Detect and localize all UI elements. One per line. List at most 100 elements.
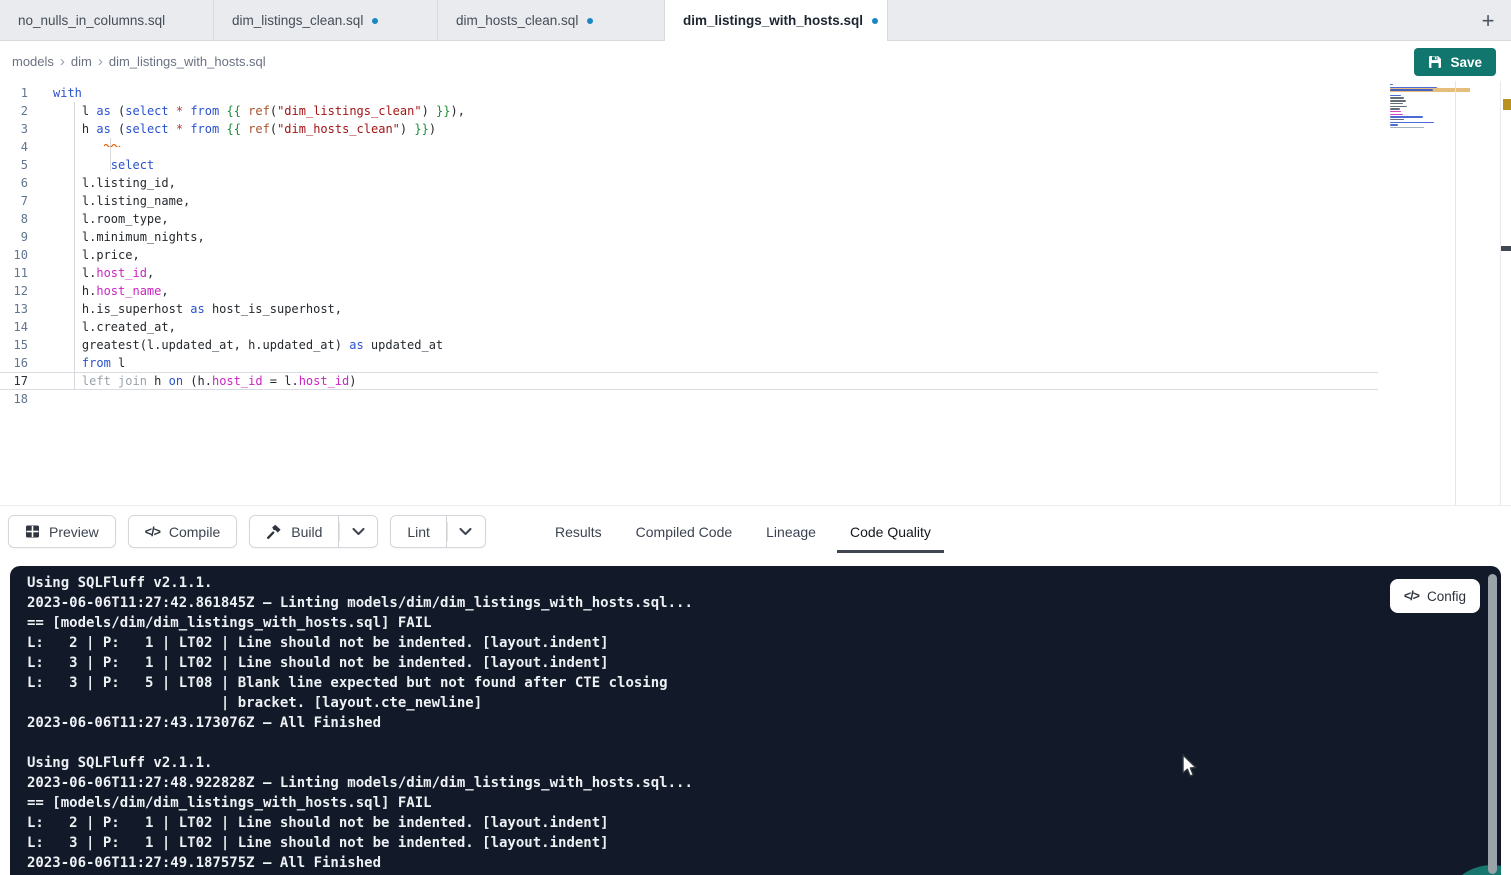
- breadcrumb-item-dim[interactable]: dim: [71, 54, 92, 69]
- action-bar: Preview </> Compile Build Lint: [0, 505, 1511, 557]
- minimap-line: [1390, 103, 1403, 104]
- chevron-down-icon: [352, 528, 365, 536]
- code-line[interactable]: 12 h.host_name,: [0, 282, 1378, 300]
- result-tabs: Results Compiled Code Lineage Code Quali…: [542, 506, 952, 558]
- minimap-line: [1390, 111, 1401, 112]
- line-number: 10: [0, 246, 28, 264]
- terminal-line: Using SQLFluff v2.1.1.: [27, 573, 693, 593]
- terminal-line: | bracket. [layout.cte_newline]: [27, 693, 693, 713]
- new-tab-button[interactable]: +: [1473, 6, 1503, 36]
- lint-dropdown-button[interactable]: [447, 515, 486, 548]
- line-number: 6: [0, 174, 28, 192]
- tab-code-quality[interactable]: Code Quality: [837, 506, 944, 558]
- minimap-line: [1390, 119, 1404, 120]
- tab-compiled-code[interactable]: Compiled Code: [623, 506, 746, 558]
- line-number: 3: [0, 120, 28, 138]
- compile-button[interactable]: </> Compile: [128, 515, 237, 548]
- preview-button[interactable]: Preview: [8, 515, 116, 548]
- save-button[interactable]: Save: [1414, 48, 1496, 76]
- minimap-line: [1390, 127, 1424, 128]
- code-line[interactable]: 1with: [0, 84, 1378, 102]
- code-line[interactable]: 7 l.listing_name,: [0, 192, 1378, 210]
- minimap-line: [1390, 116, 1423, 117]
- tab-label: Results: [555, 524, 602, 540]
- line-number: 2: [0, 102, 28, 120]
- compile-label: Compile: [169, 524, 220, 540]
- minimap-line: [1390, 100, 1406, 101]
- code-line[interactable]: 10 l.price,: [0, 246, 1378, 264]
- minimap[interactable]: [1390, 84, 1470, 132]
- code-line[interactable]: 9 l.minimum_nights,: [0, 228, 1378, 246]
- tab-no-nulls-in-columns[interactable]: no_nulls_in_columns.sql: [0, 0, 214, 41]
- code-line[interactable]: 14 l.created_at,: [0, 318, 1378, 336]
- breadcrumb-item-file[interactable]: dim_listings_with_hosts.sql: [109, 54, 266, 69]
- editor-tab-bar: no_nulls_in_columns.sql dim_listings_cle…: [0, 0, 1511, 41]
- code-line[interactable]: 11 l.host_id,: [0, 264, 1378, 282]
- code-editor[interactable]: 1with2 l as (select * from {{ ref("dim_l…: [0, 81, 1511, 505]
- line-number: 12: [0, 282, 28, 300]
- tab-dim-hosts-clean[interactable]: dim_hosts_clean.sql: [438, 0, 665, 41]
- terminal-scrollbar[interactable]: [1488, 574, 1497, 874]
- unsaved-changes-dot-icon: [372, 18, 378, 24]
- terminal-line: == [models/dim/dim_listings_with_hosts.s…: [27, 613, 693, 633]
- code-line[interactable]: 3 h as (select * from {{ ref("dim_hosts_…: [0, 120, 1378, 138]
- config-label: Config: [1427, 589, 1466, 604]
- code-line[interactable]: 13 h.is_superhost as host_is_superhost,: [0, 300, 1378, 318]
- minimap-line: [1390, 108, 1400, 109]
- tab-lineage[interactable]: Lineage: [753, 506, 829, 558]
- save-label: Save: [1450, 55, 1482, 70]
- config-button[interactable]: </> Config: [1390, 579, 1480, 613]
- terminal-line: L: 3 | P: 5 | LT08 | Blank line expected…: [27, 673, 693, 693]
- minimap-line: [1390, 95, 1401, 96]
- tab-label: dim_listings_with_hosts.sql: [683, 13, 863, 28]
- line-number: 1: [0, 84, 28, 102]
- editor-scrollbar[interactable]: [1500, 81, 1511, 505]
- terminal-line: L: 3 | P: 1 | LT02 | Line should not be …: [27, 653, 693, 673]
- code-line[interactable]: 15 greatest(l.updated_at, h.updated_at) …: [0, 336, 1378, 354]
- hammer-icon: [266, 524, 282, 539]
- tab-dim-listings-with-hosts[interactable]: dim_listings_with_hosts.sql: [665, 0, 888, 41]
- unsaved-changes-dot-icon: [587, 18, 593, 24]
- build-label: Build: [291, 524, 322, 540]
- lint-warning-marker: [1503, 99, 1511, 110]
- line-number: 14: [0, 318, 28, 336]
- breadcrumb: models › dim › dim_listings_with_hosts.s…: [0, 42, 1511, 81]
- lint-button[interactable]: Lint: [390, 515, 447, 548]
- line-number: 9: [0, 228, 28, 246]
- terminal-line: 2023-06-06T11:27:48.922828Z — Linting mo…: [27, 773, 693, 793]
- terminal-line: [27, 733, 693, 753]
- terminal-line: Using SQLFluff v2.1.1.: [27, 753, 693, 773]
- code-line[interactable]: 18: [0, 390, 1378, 408]
- build-button[interactable]: Build: [249, 515, 339, 548]
- tab-label: Lineage: [766, 524, 816, 540]
- floppy-disk-icon: [1428, 55, 1442, 69]
- chevron-right-icon: ›: [98, 54, 103, 69]
- code-line[interactable]: 8 l.room_type,: [0, 210, 1378, 228]
- tab-results[interactable]: Results: [542, 506, 615, 558]
- scroll-position-marker: [1501, 246, 1511, 251]
- code-brackets-icon: </>: [145, 525, 160, 539]
- minimap-line: [1390, 124, 1398, 125]
- build-dropdown-button[interactable]: [339, 515, 378, 548]
- terminal-lines: Using SQLFluff v2.1.1.2023-06-06T11:27:4…: [27, 573, 693, 873]
- preview-label: Preview: [49, 524, 99, 540]
- code-line[interactable]: 5 select: [0, 156, 1378, 174]
- line-number: 4: [0, 138, 28, 156]
- code-line[interactable]: 16 from l: [0, 354, 1378, 372]
- unsaved-changes-dot-icon: [872, 18, 878, 24]
- tab-label: dim_hosts_clean.sql: [456, 13, 578, 28]
- code-line[interactable]: 17 left join h on (h.host_id = l.host_id…: [0, 372, 1378, 390]
- code-brackets-icon: </>: [1404, 589, 1419, 603]
- code-line[interactable]: 2 l as (select * from {{ ref("dim_listin…: [0, 102, 1378, 120]
- line-number: 15: [0, 336, 28, 354]
- breadcrumb-item-models[interactable]: models: [12, 54, 54, 69]
- minimap-line: [1390, 97, 1404, 98]
- code-line[interactable]: 4: [0, 138, 1378, 156]
- code-line[interactable]: 6 l.listing_id,: [0, 174, 1378, 192]
- terminal-line: L: 3 | P: 1 | LT02 | Line should not be …: [27, 833, 693, 853]
- chevron-down-icon: [459, 528, 472, 536]
- line-number: 11: [0, 264, 28, 282]
- editor-divider: [1455, 81, 1456, 505]
- tab-dim-listings-clean[interactable]: dim_listings_clean.sql: [214, 0, 438, 41]
- line-number: 5: [0, 156, 28, 174]
